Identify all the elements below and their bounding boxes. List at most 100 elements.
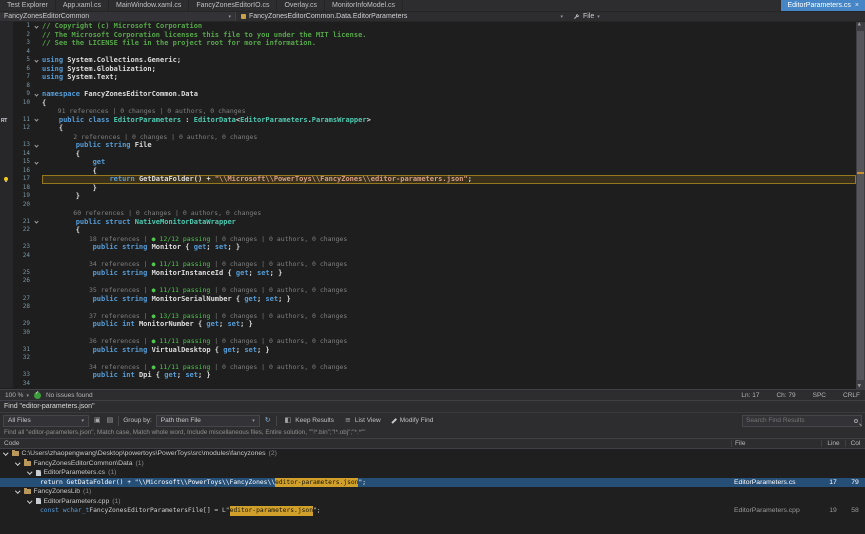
breakpoint-margin[interactable]: [0, 295, 13, 304]
tab-mainwindow-xaml-cs[interactable]: MainWindow.xaml.cs: [109, 0, 189, 11]
find-match-row[interactable]: return GetDataFolder() + "\\Microsoft\\P…: [0, 478, 865, 488]
fold-margin[interactable]: [33, 22, 42, 31]
fold-margin[interactable]: [33, 31, 42, 40]
codelens-text[interactable]: 35 references | ● 11/11 passing | 0 chan…: [42, 286, 856, 295]
breakpoint-margin[interactable]: [0, 99, 13, 108]
refresh-icon[interactable]: ↻: [264, 417, 272, 424]
find-group-row[interactable]: C:\Users\zhaopengwang\Desktop\powertoys\…: [0, 449, 865, 459]
find-match-row[interactable]: const wchar_t FancyZonesEditorParameters…: [0, 506, 865, 516]
code-text[interactable]: public string File: [42, 141, 856, 150]
fold-margin[interactable]: [33, 363, 42, 372]
fold-margin[interactable]: [33, 141, 42, 150]
code-text[interactable]: [42, 354, 856, 363]
breakpoint-margin[interactable]: [0, 312, 13, 321]
breakpoint-margin[interactable]: [0, 31, 13, 40]
fold-margin[interactable]: [33, 184, 42, 193]
breakpoint-margin[interactable]: [0, 133, 13, 142]
issues-status[interactable]: No issues found: [46, 392, 93, 399]
fold-margin[interactable]: [33, 124, 42, 133]
fold-margin[interactable]: [33, 209, 42, 218]
codelens-text[interactable]: 91 references | 0 changes | 0 authors, 0…: [42, 107, 856, 116]
fold-margin[interactable]: [33, 150, 42, 159]
breakpoint-margin[interactable]: [0, 82, 13, 91]
code-text[interactable]: public string VirtualDesktop { get; set;…: [42, 346, 856, 355]
breakpoint-margin[interactable]: [0, 184, 13, 193]
code-text[interactable]: public string MonitorInstanceId { get; s…: [42, 269, 856, 278]
code-text[interactable]: using System.Text;: [42, 73, 856, 82]
fold-margin[interactable]: [33, 295, 42, 304]
code-text[interactable]: [42, 82, 856, 91]
tab-monitorinfomodel-cs[interactable]: MonitorInfoModel.cs: [325, 0, 403, 11]
breakpoint-margin[interactable]: [0, 277, 13, 286]
fold-margin[interactable]: [33, 65, 42, 74]
breakpoint-margin[interactable]: [0, 243, 13, 252]
code-text[interactable]: [42, 329, 856, 338]
fold-margin[interactable]: [33, 99, 42, 108]
tab-app-xaml-cs[interactable]: App.xaml.cs: [56, 0, 109, 11]
breakpoint-margin[interactable]: [0, 371, 13, 380]
collapse-all-icon[interactable]: ▤: [106, 417, 115, 424]
line-indicator[interactable]: Ln: 17: [741, 392, 759, 399]
expand-all-icon[interactable]: ▣: [93, 417, 102, 424]
column-header-code[interactable]: Code: [0, 440, 731, 447]
code-text[interactable]: {: [42, 226, 856, 235]
tree-expander-icon[interactable]: [27, 469, 32, 474]
fold-margin[interactable]: [33, 371, 42, 380]
fold-margin[interactable]: [33, 320, 42, 329]
fold-margin[interactable]: [33, 56, 42, 65]
breakpoint-margin[interactable]: [0, 73, 13, 82]
breakpoint-margin[interactable]: [0, 56, 13, 65]
tree-expander-icon[interactable]: [27, 498, 32, 503]
breakpoint-margin[interactable]: [0, 354, 13, 363]
fold-margin[interactable]: [33, 380, 42, 389]
fold-margin[interactable]: [33, 167, 42, 176]
code-text[interactable]: [42, 380, 856, 389]
code-text[interactable]: public struct NativeMonitorDataWrapper: [42, 218, 856, 227]
fold-margin[interactable]: [33, 133, 42, 142]
fold-margin[interactable]: [33, 90, 42, 99]
find-group-row[interactable]: FancyZonesEditorCommon\Data(1): [0, 459, 865, 469]
breakpoint-margin[interactable]: [0, 329, 13, 338]
code-text[interactable]: get: [42, 158, 856, 167]
fold-margin[interactable]: [33, 354, 42, 363]
fold-margin[interactable]: [33, 201, 42, 210]
fold-margin[interactable]: [33, 73, 42, 82]
breakpoint-margin[interactable]: [0, 286, 13, 295]
fold-margin[interactable]: [33, 39, 42, 48]
fold-margin[interactable]: [33, 158, 42, 167]
fold-collapse-icon[interactable]: [34, 92, 38, 96]
breakpoint-margin[interactable]: [0, 90, 13, 99]
code-text[interactable]: [42, 303, 856, 312]
codelens-text[interactable]: 36 references | ● 11/11 passing | 0 chan…: [42, 337, 856, 346]
codelens-text[interactable]: 34 references | ● 11/11 passing | 0 chan…: [42, 260, 856, 269]
breakpoint-margin[interactable]: [0, 150, 13, 159]
fold-margin[interactable]: [33, 107, 42, 116]
fold-collapse-icon[interactable]: [34, 24, 38, 28]
breakpoint-margin[interactable]: [0, 167, 13, 176]
code-text[interactable]: {: [42, 167, 856, 176]
lightbulb-icon[interactable]: [4, 177, 8, 181]
breakpoint-margin[interactable]: [0, 39, 13, 48]
list-view-button[interactable]: ≡ List View: [341, 415, 384, 427]
breakpoint-margin[interactable]: [0, 380, 13, 389]
fold-collapse-icon[interactable]: [34, 220, 38, 224]
code-text[interactable]: using System.Collections.Generic;: [42, 56, 856, 65]
breakpoint-margin[interactable]: [0, 363, 13, 372]
fold-collapse-icon[interactable]: [34, 160, 38, 164]
fold-margin[interactable]: [33, 346, 42, 355]
breakpoint-margin[interactable]: [0, 107, 13, 116]
find-group-row[interactable]: EditorParameters.cpp(1): [0, 497, 865, 507]
fold-collapse-icon[interactable]: [34, 143, 38, 147]
find-results-title[interactable]: Find "editor-parameters.json": [0, 401, 865, 412]
breakpoint-margin[interactable]: [0, 124, 13, 133]
code-text[interactable]: public class EditorParameters : EditorDa…: [42, 116, 856, 125]
fold-margin[interactable]: [33, 260, 42, 269]
fold-margin[interactable]: [33, 218, 42, 227]
fold-margin[interactable]: [33, 303, 42, 312]
tree-expander-icon[interactable]: [3, 450, 8, 455]
code-text[interactable]: {: [42, 99, 856, 108]
breakpoint-margin[interactable]: [0, 337, 13, 346]
code-text[interactable]: {: [42, 150, 856, 159]
find-group-row[interactable]: FancyZonesLib(1): [0, 487, 865, 497]
code-text[interactable]: {: [42, 124, 856, 133]
